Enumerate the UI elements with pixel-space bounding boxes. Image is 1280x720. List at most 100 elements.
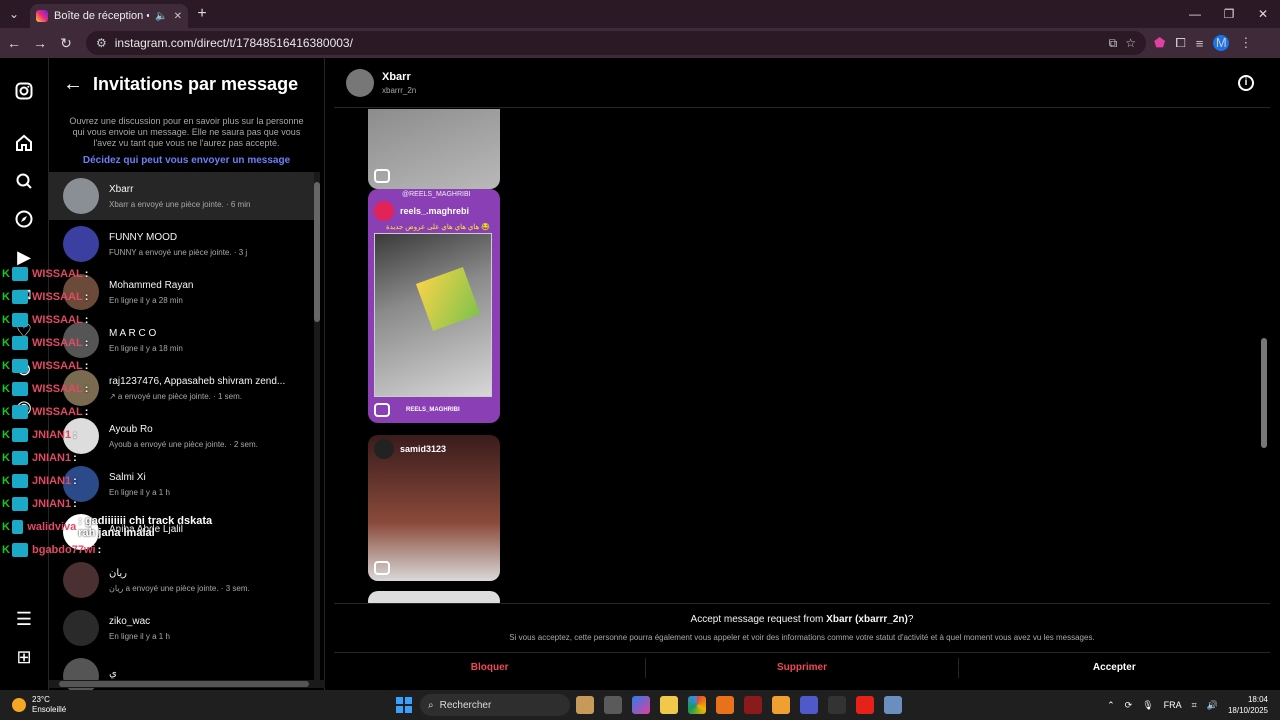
file-explorer-icon[interactable]: [660, 696, 678, 714]
reload-icon[interactable]: ↻: [54, 35, 78, 52]
accept-button[interactable]: Accepter: [959, 653, 1270, 682]
request-row[interactable]: Xbarr Xbarr a envoyé une pièce jointe. · …: [49, 172, 315, 220]
mute-icon[interactable]: 🔈: [155, 11, 167, 22]
request-row[interactable]: FUNNY MOOD FUNNY a envoyé une pièce joint…: [49, 220, 315, 268]
profile-avatar[interactable]: M: [1213, 35, 1230, 51]
overlay-k-badge: K: [2, 290, 10, 303]
app-icon[interactable]: [576, 696, 594, 714]
app-icon[interactable]: [744, 696, 762, 714]
contact-avatar[interactable]: [346, 68, 374, 97]
app-icon[interactable]: [716, 696, 734, 714]
conversation-pane: Xbarr xbarrr_2n i @REELS_MAGHRIBI reels_…: [334, 58, 1270, 690]
tray-sync-icon[interactable]: ⟳: [1125, 700, 1133, 711]
youtube-icon[interactable]: [856, 696, 874, 714]
url-field[interactable]: ⚙ instagram.com/direct/t/178485164163800…: [86, 31, 1146, 55]
horizontal-scrollbar[interactable]: [49, 680, 325, 688]
overlay-k-badge: K: [2, 313, 10, 326]
forward-icon[interactable]: →: [28, 35, 52, 51]
settings-icon[interactable]: [884, 696, 902, 714]
overlay-user: WISSAAL: [32, 359, 83, 372]
close-tab-icon[interactable]: ✕: [174, 11, 182, 22]
reel-account-avatar: [374, 201, 394, 221]
overlay-badge-icon: [12, 496, 28, 511]
reel-account[interactable]: reels_.maghrebi: [374, 201, 469, 221]
more-menu-icon[interactable]: ☰: [13, 608, 35, 630]
menu-dots-icon[interactable]: ⋮: [1239, 35, 1252, 51]
browser-tab[interactable]: Boîte de réception • Direct 🔈 ✕: [30, 4, 188, 28]
contact-name[interactable]: Xbarr: [382, 71, 416, 83]
overlay-k-badge: K: [2, 359, 10, 372]
reel-account[interactable]: samid3123: [374, 439, 446, 459]
tray-chevron-icon[interactable]: ⌃: [1107, 700, 1115, 711]
windows-start-icon[interactable]: [396, 697, 412, 713]
overlay-message: :: [73, 451, 77, 464]
overlay-badge-icon: [12, 450, 28, 465]
reel-top-handle: @REELS_MAGHRIBI: [402, 191, 471, 198]
chat-overlay-line: K WISSAAL:: [0, 308, 230, 331]
back-arrow-icon[interactable]: ←: [63, 73, 93, 96]
task-view-icon[interactable]: [604, 696, 622, 714]
taskbar-search[interactable]: ⌕ Rechercher: [420, 694, 570, 716]
minimize-icon[interactable]: —: [1178, 0, 1212, 28]
app-icon[interactable]: [772, 696, 790, 714]
tab-search-icon[interactable]: ⌄: [0, 0, 28, 28]
request-row[interactable]: ريان ريان a envoyé une pièce jointe. · 3 …: [49, 556, 315, 604]
chat-overlay-line: K WISSAAL:: [0, 354, 230, 377]
scrollbar-thumb[interactable]: [314, 182, 320, 322]
reel-attachment[interactable]: [368, 109, 500, 189]
extension-shield-icon[interactable]: ⬟: [1154, 35, 1165, 51]
reel-account-name: reels_.maghrebi: [400, 206, 470, 216]
teams-icon[interactable]: [800, 696, 818, 714]
overlay-user: JNIAN1: [32, 428, 72, 441]
who-can-message-link[interactable]: Décidez qui peut vous envoyer un message: [49, 155, 324, 166]
info-icon[interactable]: i: [1238, 75, 1254, 91]
thread-scrollbar-thumb[interactable]: [1261, 338, 1267, 448]
site-info-icon[interactable]: ⚙: [96, 36, 107, 50]
reel-attachment[interactable]: samid3123: [368, 435, 500, 581]
clock[interactable]: 18:04 18/10/2025: [1228, 694, 1268, 716]
volume-icon[interactable]: 🔊: [1207, 700, 1218, 711]
media-icon[interactable]: ≡: [1196, 36, 1204, 51]
weather-widget[interactable]: 23°C Ensoleillé: [12, 695, 66, 715]
home-icon[interactable]: [13, 132, 35, 154]
panel-title: Invitations par message: [93, 73, 299, 94]
thread-scrollbar[interactable]: [1260, 58, 1268, 552]
new-tab-button[interactable]: +: [188, 5, 216, 23]
chat-overlay-line: K JNIAN1:: [0, 423, 230, 446]
install-icon[interactable]: ⧉: [1109, 36, 1118, 51]
request-name: Xbarr: [109, 183, 134, 195]
overlay-badge-icon: [12, 542, 28, 557]
search-icon[interactable]: [13, 170, 35, 192]
avatar: [63, 562, 99, 598]
taskbar-apps: [576, 696, 902, 714]
chat-overlay-line: K JNIAN1:: [0, 469, 230, 492]
reel-attachment[interactable]: @REELS_MAGHRIBI reels_.maghrebi هاي هاي …: [368, 189, 500, 423]
sun-icon: [12, 698, 26, 712]
bookmark-star-icon[interactable]: ☆: [1125, 36, 1136, 50]
system-tray: ⌃ ⟳ 🎙 FRA ⌗ 🔊 18:04 18/10/2025: [1107, 690, 1268, 720]
overlay-user: JNIAN1: [32, 474, 72, 487]
network-icon[interactable]: ⌗: [1192, 700, 1197, 711]
reel-attachment[interactable]: [368, 591, 500, 603]
block-button[interactable]: Bloquer: [334, 653, 645, 682]
requests-scrollbar[interactable]: [314, 172, 320, 682]
explore-icon[interactable]: [13, 208, 35, 230]
instagram-logo-icon[interactable]: [13, 80, 35, 102]
restore-icon[interactable]: ❐: [1212, 0, 1246, 28]
overlay-badge-icon: [12, 473, 28, 488]
app-icon[interactable]: [828, 696, 846, 714]
back-icon[interactable]: ←: [2, 35, 26, 51]
chrome-icon[interactable]: [688, 696, 706, 714]
accept-question-prefix: Accept message request from: [690, 614, 827, 625]
mic-icon[interactable]: 🎙: [1142, 700, 1153, 711]
extensions-puzzle-icon[interactable]: ⧠: [1175, 35, 1185, 51]
taskbar-search-label: Rechercher: [439, 699, 492, 711]
copilot-icon[interactable]: [632, 696, 650, 714]
close-window-icon[interactable]: ✕: [1246, 0, 1280, 28]
hscrollbar-thumb[interactable]: [59, 681, 309, 687]
language-indicator[interactable]: FRA: [1164, 700, 1182, 710]
delete-button[interactable]: Supprimer: [646, 653, 957, 682]
apps-grid-icon[interactable]: ⊞: [13, 646, 35, 668]
chat-overlay-line: K JNIAN1:: [0, 492, 230, 515]
request-row[interactable]: ziko_wac En ligne il y a 1 h: [49, 604, 315, 652]
